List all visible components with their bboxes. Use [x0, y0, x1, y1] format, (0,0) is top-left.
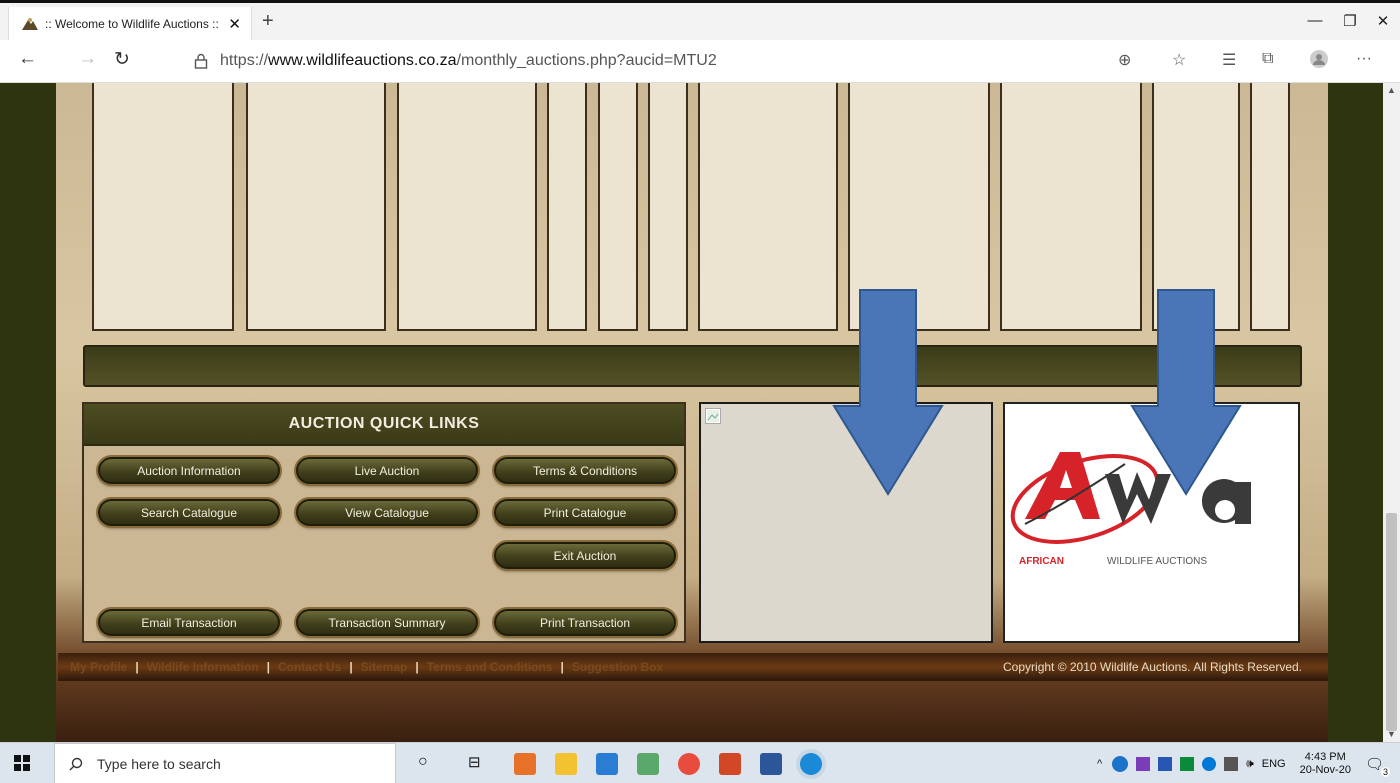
content-panel: [648, 83, 688, 331]
footer-separator: |: [135, 660, 139, 674]
restore-icon[interactable]: ❐: [1335, 12, 1365, 30]
footer-link-my-profile[interactable]: My Profile: [70, 660, 127, 674]
vertical-scrollbar[interactable]: ▲ ▼: [1383, 83, 1400, 742]
scrollbar-thumb[interactable]: [1386, 513, 1397, 731]
site-favicon-icon: [21, 17, 39, 31]
window-close-icon[interactable]: ✕: [1368, 12, 1398, 30]
volume-icon[interactable]: 🕪: [1246, 756, 1254, 771]
footer-link-contact-us[interactable]: Contact Us: [278, 660, 341, 674]
clock-time: 4:43 PM: [1304, 750, 1346, 763]
lock-icon: [194, 53, 208, 69]
content-panel: [246, 83, 386, 331]
section-divider-bar: [83, 345, 1302, 387]
favorites-icon[interactable]: ☰: [1222, 50, 1236, 70]
tray-app-icon[interactable]: [1158, 756, 1173, 771]
system-tray: ^ 🕪 ENG 4:43 PM 20-Nov-20 🗨 3: [1097, 743, 1400, 783]
taskbar-search-box[interactable]: Type here to search: [54, 743, 396, 783]
search-placeholder: Type here to search: [97, 755, 221, 772]
footer-separator: |: [415, 660, 419, 674]
app-icon[interactable]: [637, 753, 659, 775]
auction-information-button[interactable]: Auction Information: [98, 457, 280, 484]
down-arrow-annotation-icon: [1130, 289, 1242, 496]
network-icon[interactable]: [1224, 756, 1239, 771]
bluetooth-icon[interactable]: [1202, 756, 1217, 771]
email-transaction-button[interactable]: Email Transaction: [98, 609, 280, 636]
windows-start-icon[interactable]: [14, 755, 30, 774]
search-icon: [69, 757, 83, 771]
refresh-icon[interactable]: ↻: [114, 48, 130, 71]
more-icon[interactable]: ···: [1356, 50, 1372, 68]
browser-tab[interactable]: :: Welcome to Wildlife Auctions :: ✕: [8, 7, 252, 40]
quick-links-heading: AUCTION QUICK LINKS: [84, 404, 684, 446]
footer-separator: |: [266, 660, 270, 674]
app-icon[interactable]: [596, 753, 618, 775]
logo-african-text: AFRICAN: [1019, 556, 1064, 567]
scroll-up-icon[interactable]: ▲: [1387, 85, 1396, 95]
copyright-text: Copyright © 2010 Wildlife Auctions. All …: [1003, 660, 1302, 674]
chrome-icon[interactable]: [678, 753, 700, 775]
tab-strip: :: Welcome to Wildlife Auctions :: ✕ + —…: [0, 0, 1400, 40]
zoom-icon[interactable]: ⊕: [1118, 50, 1131, 70]
broken-image-icon: [705, 408, 721, 424]
tray-app-icon[interactable]: [1180, 756, 1195, 771]
print-catalogue-button[interactable]: Print Catalogue: [494, 499, 676, 526]
new-tab-icon[interactable]: +: [262, 10, 274, 33]
help-icon[interactable]: [1112, 755, 1129, 772]
cortana-icon[interactable]: ○: [418, 753, 440, 775]
print-transaction-button[interactable]: Print Transaction: [494, 609, 676, 636]
content-panel: [1250, 83, 1290, 331]
star-icon[interactable]: ☆: [1172, 50, 1186, 70]
scroll-down-icon[interactable]: ▼: [1387, 729, 1396, 739]
clock[interactable]: 4:43 PM 20-Nov-20: [1300, 751, 1351, 777]
search-catalogue-button[interactable]: Search Catalogue: [98, 499, 280, 526]
file-explorer-icon[interactable]: [555, 753, 577, 775]
content-panel: [598, 83, 638, 331]
footer-link-wildlife-information[interactable]: Wildlife Information: [147, 660, 259, 674]
windows-taskbar: Type here to search ○ ⊟ ^ 🕪 ENG 4:43 PM …: [0, 742, 1400, 783]
notification-count: 3: [1380, 766, 1390, 777]
profile-icon[interactable]: [1310, 50, 1328, 73]
back-arrow-icon[interactable]: ←: [18, 48, 37, 70]
task-view-icon[interactable]: ⊟: [468, 753, 490, 775]
notifications-icon[interactable]: 🗨 3: [1365, 755, 1390, 777]
live-auction-button[interactable]: Live Auction: [296, 457, 478, 484]
outlook-app-icon[interactable]: [514, 753, 536, 775]
web-page: AUCTION QUICK LINKS Auction Information …: [0, 83, 1383, 742]
word-icon[interactable]: [760, 753, 782, 775]
edge-browser-icon[interactable]: [800, 753, 822, 775]
footer-link-terms[interactable]: Terms and Conditions: [427, 660, 553, 674]
url-prefix: https://: [220, 51, 269, 69]
terms-conditions-button[interactable]: Terms & Conditions: [494, 457, 676, 484]
address-bar-row: ← → ↻ https://www.wildlifeauctions.co.za…: [0, 40, 1400, 83]
footer-separator: |: [349, 660, 353, 674]
powerpoint-icon[interactable]: [719, 753, 741, 775]
tray-overflow-icon[interactable]: ^: [1097, 758, 1102, 770]
close-tab-icon[interactable]: ✕: [228, 15, 241, 33]
content-panel: [547, 83, 587, 331]
transaction-summary-button[interactable]: Transaction Summary: [296, 609, 478, 636]
footer-separator: |: [560, 660, 564, 674]
language-indicator[interactable]: ENG: [1262, 758, 1286, 770]
url-field[interactable]: https://www.wildlifeauctions.co.za/month…: [150, 44, 1200, 77]
auction-quick-links: AUCTION QUICK LINKS Auction Information …: [82, 402, 686, 643]
exit-auction-button[interactable]: Exit Auction: [494, 542, 676, 569]
content-panel: [397, 83, 537, 331]
footer-link-suggestion-box[interactable]: Suggestion Box: [572, 660, 663, 674]
clock-date: 20-Nov-20: [1299, 763, 1351, 776]
forward-arrow-icon[interactable]: →: [78, 48, 97, 70]
tab-title: :: Welcome to Wildlife Auctions ::: [45, 16, 219, 31]
content-panel: [92, 83, 234, 331]
view-catalogue-button[interactable]: View Catalogue: [296, 499, 478, 526]
onenote-icon[interactable]: [1136, 756, 1151, 771]
url-path: /monthly_auctions.php?aucid=MTU2: [456, 51, 717, 69]
content-panel: [1000, 83, 1142, 331]
logo-wildlife-auctions-text: WILDLIFE AUCTIONS: [1107, 556, 1207, 567]
site-footer: My Profile | Wildlife Information | Contac…: [58, 653, 1328, 681]
down-arrow-annotation-icon: [832, 289, 944, 496]
minimize-icon[interactable]: —: [1300, 12, 1330, 29]
footer-link-sitemap[interactable]: Sitemap: [361, 660, 408, 674]
collections-icon[interactable]: ⧉: [1262, 50, 1273, 68]
content-panel: [698, 83, 838, 331]
url-domain: www.wildlifeauctions.co.za: [268, 51, 457, 69]
